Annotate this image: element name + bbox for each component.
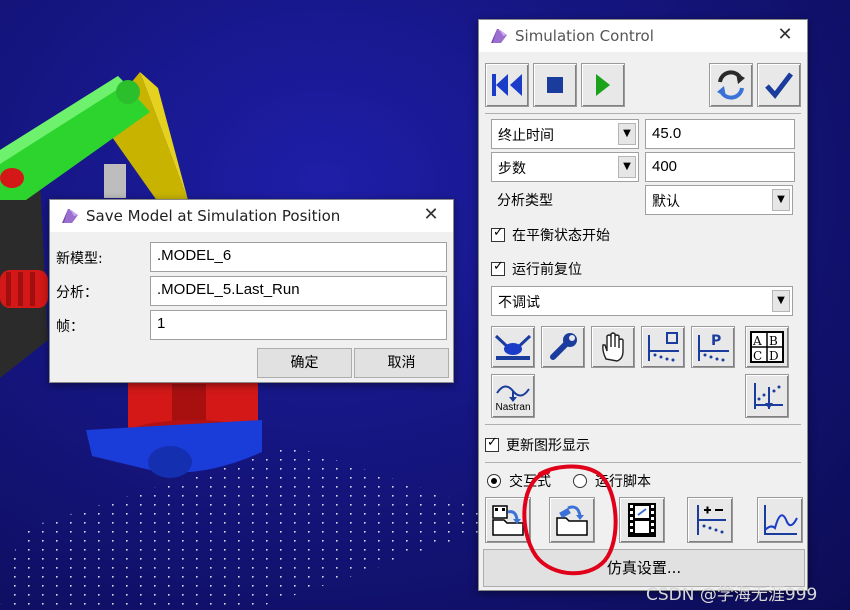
load-state-button[interactable] <box>485 497 531 543</box>
play-icon <box>596 74 610 96</box>
interactive-label: 交互式 <box>509 474 551 490</box>
hand-button[interactable] <box>591 326 635 368</box>
chevron-down-icon: ▼ <box>772 189 790 211</box>
refresh-button[interactable] <box>709 63 753 107</box>
csdn-watermark: CSDN @学海无涯999 <box>646 585 818 605</box>
save-dialog-titlebar[interactable]: Save Model at Simulation Position ✕ <box>50 200 453 232</box>
separator <box>485 462 801 463</box>
table-plot-button[interactable] <box>687 497 733 543</box>
p-plot-icon: P <box>698 333 729 362</box>
close-icon[interactable]: ✕ <box>421 205 441 225</box>
chevron-down-icon: ▼ <box>772 290 790 312</box>
sim-dialog-titlebar[interactable]: Simulation Control ✕ <box>479 20 807 52</box>
new-model-label: 新模型: <box>56 251 103 267</box>
radio-dot <box>573 474 587 488</box>
measure-plot-button[interactable] <box>745 374 789 418</box>
table-plot-icon <box>697 505 726 535</box>
sensor-icon <box>648 332 679 362</box>
p-plot-button[interactable]: P <box>691 326 735 368</box>
check-icon <box>765 72 793 99</box>
plot-button[interactable] <box>757 497 803 543</box>
confirm-button[interactable] <box>757 63 801 107</box>
save-state-button[interactable] <box>549 497 595 543</box>
reset-before-run-checkbox[interactable]: 运行前复位 <box>491 259 582 279</box>
adams-app-icon <box>62 209 78 223</box>
script-label: 运行脚本 <box>595 474 651 490</box>
refresh-icon <box>717 70 745 100</box>
stop-button[interactable] <box>533 63 577 107</box>
play-button[interactable] <box>581 63 625 107</box>
cancel-button[interactable]: 取消 <box>354 348 449 378</box>
separator <box>485 113 801 114</box>
save-dialog-title: Save Model at Simulation Position <box>86 207 341 225</box>
save-model-dialog: Save Model at Simulation Position ✕ 新模型:… <box>49 199 454 383</box>
new-model-input[interactable]: .MODEL_6 <box>150 242 447 272</box>
chevron-down-icon: ▼ <box>618 156 636 178</box>
frame-label: 帧： <box>56 319 84 335</box>
debug-selected: 不调试 <box>498 295 540 311</box>
sensor-plot-button[interactable] <box>641 326 685 368</box>
end-mode-dropdown[interactable]: 终止时间 ▼ <box>491 119 639 149</box>
debug-dropdown[interactable]: 不调试 ▼ <box>491 286 793 316</box>
frame-row: 帧： 1 <box>50 310 453 340</box>
analysis-input[interactable]: .MODEL_5.Last_Run <box>150 276 447 306</box>
rewind-button[interactable] <box>485 63 529 107</box>
animation-icon <box>628 503 656 537</box>
end-time-input[interactable]: 45.0 <box>645 119 795 149</box>
reset-before-run-label: 运行前复位 <box>512 262 582 278</box>
step-mode-dropdown[interactable]: 步数 ▼ <box>491 152 639 182</box>
svg-text:D: D <box>769 349 779 363</box>
analysis-type-label: 分析类型 <box>497 193 553 209</box>
rewind-icon <box>492 74 522 96</box>
end-mode-selected: 终止时间 <box>498 128 554 144</box>
checkbox-box <box>491 225 505 242</box>
hand-icon <box>602 332 624 362</box>
analysis-type-selected: 默认 <box>652 194 680 210</box>
analysis-type-dropdown[interactable]: 默认 ▼ <box>645 185 793 215</box>
measure-plot-icon <box>754 383 783 409</box>
contact-icon <box>494 334 532 360</box>
script-radio[interactable]: 运行脚本 <box>573 471 651 491</box>
checkbox-box <box>485 435 499 452</box>
svg-text:B: B <box>769 334 778 348</box>
new-model-row: 新模型: .MODEL_6 <box>50 242 453 272</box>
svg-text:C: C <box>753 349 762 363</box>
checkbox-box <box>491 259 505 276</box>
step-mode-selected: 步数 <box>498 161 526 177</box>
wrench-button[interactable] <box>541 326 585 368</box>
frame-input[interactable]: 1 <box>150 310 447 340</box>
ground-grid <box>0 445 520 610</box>
table-button[interactable]: A B C D <box>745 326 789 368</box>
ok-button[interactable]: 确定 <box>257 348 352 378</box>
save-state-icon <box>556 505 588 536</box>
radio-dot <box>487 474 501 488</box>
svg-text:P: P <box>711 333 721 349</box>
interactive-radio[interactable]: 交互式 <box>487 471 551 491</box>
animation-button[interactable] <box>619 497 665 543</box>
close-icon[interactable]: ✕ <box>775 25 795 45</box>
stop-icon <box>547 77 563 93</box>
sim-dialog-title: Simulation Control <box>515 27 654 45</box>
adams-app-icon <box>491 29 507 43</box>
wrench-icon <box>550 333 577 360</box>
analysis-row: 分析： .MODEL_5.Last_Run <box>50 276 453 306</box>
nastran-button[interactable]: Nastran <box>491 374 535 418</box>
start-equilibrium-label: 在平衡状态开始 <box>512 228 610 244</box>
analysis-label: 分析： <box>56 285 98 301</box>
start-equilibrium-checkbox[interactable]: 在平衡状态开始 <box>491 225 610 245</box>
abcd-table-icon: A B C D <box>750 331 784 363</box>
chevron-down-icon: ▼ <box>618 123 636 145</box>
nastran-label: Nastran <box>495 402 531 413</box>
contact-button[interactable] <box>491 326 535 368</box>
nastran-icon <box>496 385 530 402</box>
simulation-control-dialog: Simulation Control ✕ 终止时间 ▼ 45.0 步数 ▼ 40… <box>478 19 808 591</box>
plot-icon <box>764 505 798 535</box>
steps-input[interactable]: 400 <box>645 152 795 182</box>
svg-text:A: A <box>752 334 762 348</box>
update-graphics-checkbox[interactable]: 更新图形显示 <box>485 435 590 455</box>
update-graphics-label: 更新图形显示 <box>506 438 590 454</box>
separator <box>485 424 801 425</box>
load-state-icon <box>492 505 524 536</box>
